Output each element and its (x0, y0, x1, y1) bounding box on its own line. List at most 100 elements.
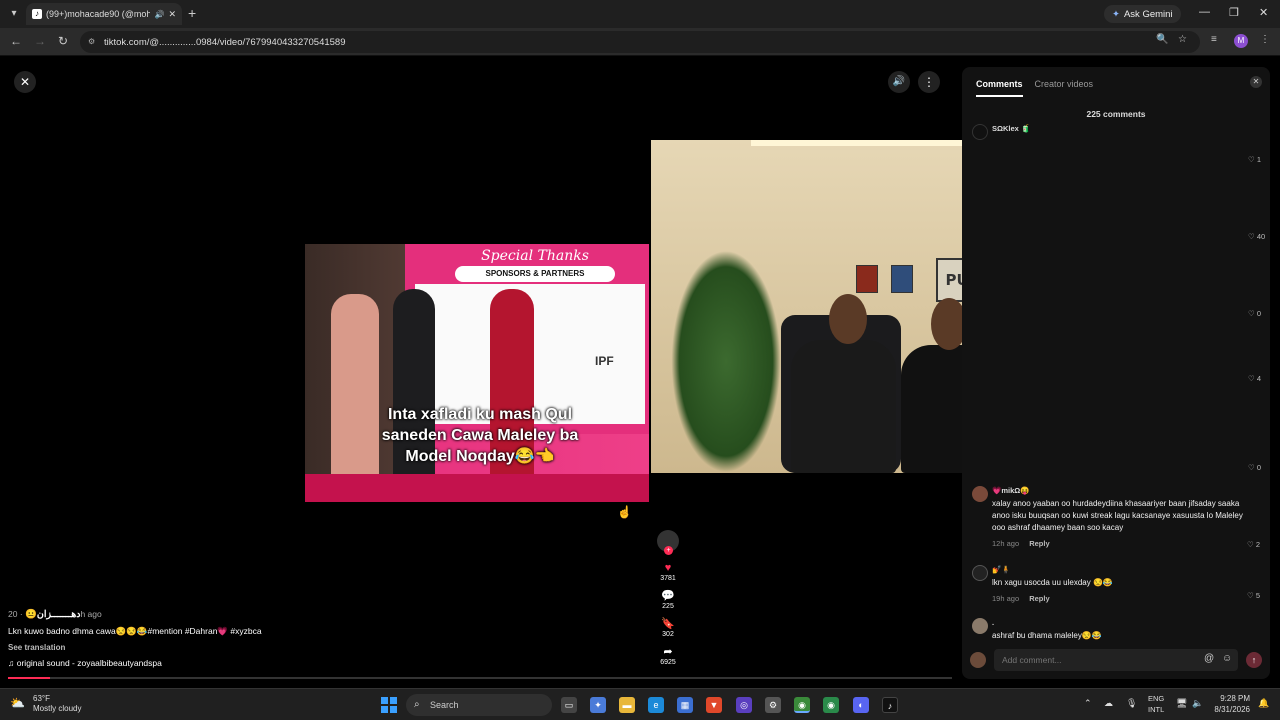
back-arrow-icon[interactable]: ← (10, 34, 22, 48)
share-button[interactable]: ➦ 6925 (655, 646, 681, 666)
commenter-avatar[interactable] (972, 565, 988, 581)
save-button[interactable]: 🔖 302 (655, 618, 681, 638)
comment-like-count: 5 (1255, 591, 1260, 600)
commenter-avatar[interactable] (972, 124, 988, 140)
emoji-icon[interactable]: ☺ (1222, 653, 1232, 664)
ask-gemini-label: Ask Gemini (1123, 8, 1173, 20)
browser-tab-tiktok[interactable]: ♪ (99+)mohacade90 (@moh... 🔊 ✕ (26, 3, 182, 25)
edge-icon[interactable]: e (648, 697, 664, 713)
commenter-name[interactable]: 💗mikΩ😝 (992, 486, 1268, 495)
reload-icon[interactable]: ↻ (58, 34, 68, 48)
file-explorer-icon[interactable]: ▬ (619, 697, 635, 713)
network-icon[interactable]: 🖥 (1176, 698, 1187, 709)
tab-comments[interactable]: Comments (976, 79, 1023, 97)
taskbar-search[interactable]: ⌕ Search (406, 694, 552, 716)
system-clock[interactable]: 9:28 PM 8/31/2026 (1206, 693, 1250, 715)
close-video-button[interactable]: ✕ (14, 71, 36, 93)
comment-time: 12h ago (992, 539, 1020, 548)
music-title[interactable]: original sound - zoyaalbibeautyandspa (17, 658, 162, 668)
tiktok-favicon-icon: ♪ (32, 9, 42, 19)
comment-text: ashraf bu dhama maleley😒😂 (992, 631, 1102, 640)
task-view-icon[interactable]: ▭ (561, 697, 577, 713)
potted-plant (671, 250, 781, 473)
commenter-name[interactable]: . (992, 618, 1268, 627)
reply-button[interactable]: Reply (1029, 594, 1049, 603)
see-translation-link[interactable]: See translation (8, 643, 408, 652)
comment-count: 225 (662, 603, 674, 610)
store-icon[interactable]: ▦ (677, 697, 693, 713)
speaker-icon[interactable]: 🔈 (1192, 698, 1203, 709)
video-info: دهـــــــزان😐 · 20h ago Lkn kuwo badno d… (8, 609, 408, 674)
comment-like-button[interactable]: ♡ 1 (1248, 155, 1261, 164)
author-name[interactable]: دهـــــــزان😐 (25, 609, 80, 620)
zoom-icon[interactable]: 🔍 (1156, 34, 1168, 45)
copilot-icon[interactable]: ✦ (590, 697, 606, 713)
share-arrow-icon: ➦ (663, 646, 673, 658)
discord-icon[interactable]: ◐ (853, 697, 869, 713)
microphone-icon[interactable]: 🎙 (1126, 698, 1137, 709)
more-options-icon[interactable]: ⋮ (918, 71, 940, 93)
video-clip-event[interactable]: Special Thanks SPONSORS & PARTNERS IPF I… (305, 244, 649, 502)
site-info-icon[interactable]: ⚙ (88, 37, 98, 47)
follow-plus-icon[interactable]: + (664, 546, 673, 555)
notification-bell-icon[interactable]: 🔔 (1258, 698, 1269, 709)
browser-menu-icon[interactable]: ⋮ (1260, 34, 1270, 45)
commenter-avatar[interactable] (972, 486, 988, 502)
comment-like-button[interactable]: ♡ 0 (1248, 309, 1261, 318)
tab-close-icon[interactable]: ✕ (168, 9, 176, 20)
video-progress-track[interactable] (8, 677, 952, 679)
wall-poster (856, 265, 878, 293)
commenter-name[interactable]: SΩKlex 🧃 (992, 124, 1268, 133)
add-comment-input[interactable] (994, 649, 1238, 671)
app-icon[interactable]: ⚙ (765, 697, 781, 713)
app-icon[interactable]: ◎ (736, 697, 752, 713)
comment-like-button[interactable]: ♡ 40 (1248, 232, 1265, 241)
mention-icon[interactable]: @ (1204, 653, 1214, 664)
send-comment-button[interactable]: ↑ (1246, 652, 1262, 668)
tiktok-app-icon[interactable]: ♪ (882, 697, 898, 713)
bookmark-star-icon[interactable]: ☆ (1178, 34, 1187, 45)
comment-like-button[interactable]: ♡ 5 (1247, 591, 1260, 600)
address-bar[interactable]: ⚙ tiktok.com/@..............0984/video/7… (80, 31, 1200, 53)
banner-sub: SPONSORS & PARTNERS (455, 266, 615, 282)
url-text: tiktok.com/@..............0984/video/767… (104, 36, 346, 48)
comment-total: 225 comments (1086, 109, 1146, 119)
profile-avatar[interactable]: M (1234, 34, 1248, 48)
ask-gemini-button[interactable]: ✦ Ask Gemini (1104, 5, 1181, 23)
tab-title: (99+)mohacade90 (@moh... (46, 9, 151, 19)
chrome-alt-icon[interactable]: ◉ (823, 697, 839, 713)
window-close-button[interactable]: ✕ (1259, 6, 1268, 19)
volume-icon[interactable]: 🔊 (888, 71, 910, 93)
comment-like-button[interactable]: ♡ 2 (1247, 540, 1260, 549)
tray-overflow-icon[interactable]: ⌃ (1084, 698, 1092, 709)
new-tab-button[interactable]: + (188, 5, 196, 21)
author-avatar[interactable]: + (657, 530, 679, 555)
commenter-name[interactable]: 💅🧍 (992, 565, 1268, 574)
window-minimize-button[interactable]: — (1199, 6, 1210, 18)
weather-widget[interactable]: ⛅ 63°F Mostly cloudy (10, 694, 81, 714)
tab-creator-videos[interactable]: Creator videos (1035, 79, 1094, 97)
start-windows-icon[interactable] (381, 697, 397, 713)
comment-button[interactable]: 💬 225 (655, 590, 681, 610)
commenter-avatar[interactable] (972, 618, 988, 634)
panel-close-icon[interactable]: ✕ (1250, 76, 1262, 88)
comment-like-button[interactable]: ♡ 0 (1248, 463, 1261, 472)
red-carpet (305, 474, 649, 502)
comment-time: 19h ago (992, 594, 1020, 603)
reply-button[interactable]: Reply (1029, 539, 1049, 548)
comment-text: xalay anoo yaaban oo hurdadeydiina khasa… (992, 499, 1243, 532)
language-indicator[interactable]: ENG INTL (1148, 693, 1164, 715)
comment-like-count: 2 (1255, 540, 1260, 549)
forward-arrow-icon[interactable]: → (34, 34, 46, 48)
share-count: 6925 (660, 659, 676, 666)
like-button[interactable]: ♥ 3781 (655, 562, 681, 582)
weather-cloud-sun-icon: ⛅ (10, 696, 25, 710)
comment-like-button[interactable]: ♡ 4 (1248, 374, 1261, 383)
window-restore-button[interactable]: ❐ (1229, 6, 1239, 19)
tab-search-chevron-icon[interactable]: ▾ (6, 6, 22, 22)
brave-icon[interactable]: ▼ (706, 697, 722, 713)
tab-audio-icon[interactable]: 🔊 (154, 10, 164, 19)
reading-list-icon[interactable]: ≡ (1211, 34, 1217, 45)
chrome-icon[interactable]: ◉ (794, 697, 810, 713)
tray-app-icon[interactable]: ☁ (1104, 698, 1113, 709)
